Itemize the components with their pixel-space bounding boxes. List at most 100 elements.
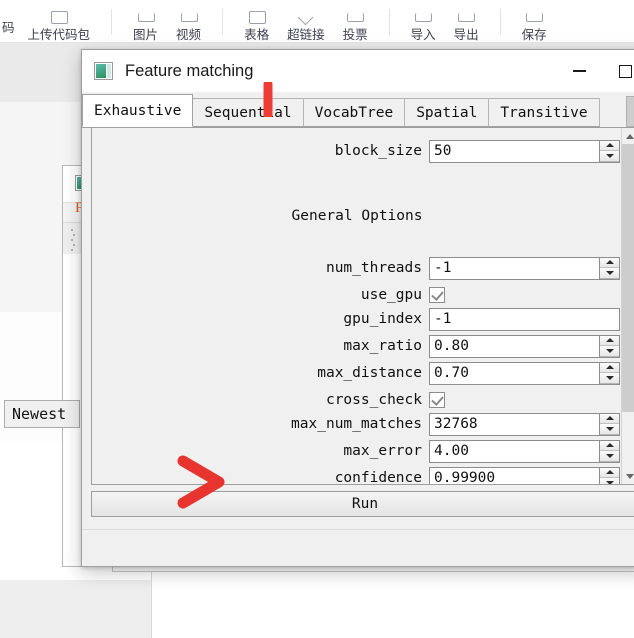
toolbar-item-table[interactable]: 表格 [235, 0, 278, 42]
spinner-up-button[interactable] [600, 362, 619, 373]
toolbar-item-video[interactable]: 视频 [167, 0, 210, 42]
tab-exhaustive[interactable]: Exhaustive [82, 94, 194, 127]
dialog-titlebar[interactable]: Feature matching [82, 50, 634, 92]
run-button[interactable]: Run [91, 491, 634, 517]
maximize-button[interactable] [602, 50, 634, 92]
field-label: confidence [334, 470, 422, 485]
spinner-down-button[interactable] [600, 151, 619, 162]
num-threads-spinner[interactable] [599, 257, 619, 279]
app-toolbar: 码 上传代码包 图片 视频 表格 超链接 投票 导入 导出 保存 [0, 0, 634, 43]
field-row-gpu-index: gpu_index -1 [92, 307, 622, 331]
toolbar-item-label: 超链接 [287, 28, 325, 42]
spinner-down-button[interactable] [600, 451, 619, 462]
toolbar-item-label: 图片 [133, 28, 159, 42]
dialog-footer [82, 529, 634, 566]
tab-spatial[interactable]: Spatial [404, 98, 490, 127]
block-size-input[interactable]: 50 [429, 139, 620, 163]
spinner-down-button[interactable] [600, 424, 619, 435]
panel-vertical-scrollbar[interactable] [621, 128, 634, 484]
spinner-up-button[interactable] [600, 467, 619, 478]
spinner-down-button[interactable] [600, 346, 619, 357]
toolbar-item-import[interactable]: 导入 [402, 0, 445, 42]
tab-vocabtree[interactable]: VocabTree [302, 98, 406, 127]
max-num-matches-input-wrap: 32768 [429, 412, 620, 436]
triangle-down-icon [605, 453, 614, 458]
toolbar-item-label: 投票 [342, 28, 368, 42]
max-num-matches-spinner[interactable] [599, 413, 619, 435]
max-distance-input-wrap: 0.70 [429, 361, 620, 385]
spinner-up-button[interactable] [600, 257, 619, 268]
field-row-max-distance: max_distance 0.70 [92, 361, 622, 385]
toolbar-item-upload-package[interactable]: 上传代码包 [19, 0, 100, 42]
spinner-up-button[interactable] [600, 440, 619, 451]
maximize-icon [618, 64, 632, 78]
tab-scroll-left-button[interactable] [626, 96, 634, 127]
max-error-spinner[interactable] [599, 440, 619, 462]
toolbar-item-image[interactable]: 图片 [124, 0, 167, 42]
video-icon [178, 11, 200, 26]
max-distance-input[interactable]: 0.70 [429, 361, 620, 385]
minimize-button[interactable] [556, 50, 602, 92]
block-size-spinner[interactable] [599, 140, 619, 162]
spinner-down-button[interactable] [600, 373, 619, 384]
scrollbar-thumb[interactable] [622, 144, 634, 412]
gpu-index-input[interactable]: -1 [429, 307, 620, 331]
triangle-up-icon [605, 470, 614, 475]
triangle-up-icon [605, 260, 614, 265]
field-row-max-error: max_error 4.00 [92, 439, 622, 463]
toolbar-partial-label: 码 [2, 21, 15, 35]
save-icon [523, 11, 545, 26]
num-threads-input[interactable]: -1 [429, 256, 620, 280]
field-row-num-threads: num_threads -1 [92, 256, 622, 280]
feature-matching-dialog[interactable]: Feature matching Exhaustive Sequential V… [81, 49, 634, 567]
import-icon [412, 11, 434, 26]
max-ratio-spinner[interactable] [599, 335, 619, 357]
link-icon [295, 9, 317, 26]
confidence-input-wrap: 0.99900 [429, 466, 620, 484]
triangle-up-icon [605, 416, 614, 421]
toolbar-item-poll[interactable]: 投票 [334, 0, 377, 42]
toolbar-item-label: 导出 [453, 28, 479, 42]
spinner-up-button[interactable] [600, 140, 619, 151]
field-row-max-num-matches: max_num_matches 32768 [92, 412, 622, 436]
max-num-matches-input[interactable]: 32768 [429, 412, 620, 436]
scroll-up-button[interactable] [622, 128, 634, 144]
toolbar-item-label: 表格 [244, 28, 270, 42]
field-label: cross_check [325, 392, 422, 408]
cross-check-checkbox[interactable] [429, 392, 445, 408]
minimize-icon [572, 70, 586, 72]
field-label: use_gpu [360, 287, 422, 303]
max-ratio-input[interactable]: 0.80 [429, 334, 620, 358]
spinner-down-button[interactable] [600, 478, 619, 484]
toolbar-group-3: 表格 超链接 投票 [235, 0, 377, 42]
confidence-input[interactable]: 0.99900 [429, 466, 620, 484]
tab-transitive[interactable]: Transitive [488, 98, 600, 127]
toolbar-item-hyperlink[interactable]: 超链接 [278, 0, 334, 42]
max-error-input[interactable]: 4.00 [429, 439, 620, 463]
spinner-up-button[interactable] [600, 413, 619, 424]
triangle-down-icon [605, 270, 614, 275]
use-gpu-checkbox[interactable] [429, 287, 445, 303]
field-label: max_distance [317, 365, 422, 381]
triangle-up-icon [605, 338, 614, 343]
confidence-spinner[interactable] [599, 467, 619, 484]
triangle-down-icon [605, 480, 614, 484]
triangle-up-icon [605, 143, 614, 148]
drag-grip-icon[interactable] [71, 229, 75, 256]
max-distance-spinner[interactable] [599, 362, 619, 384]
field-row-confidence: confidence 0.99900 [92, 466, 622, 485]
toolbar-item-export[interactable]: 导出 [445, 0, 488, 42]
tab-sequential[interactable]: Sequential [192, 98, 304, 127]
poll-icon [344, 11, 366, 26]
spinner-down-button[interactable] [600, 268, 619, 279]
toolbar-separator [388, 9, 390, 35]
scroll-down-button[interactable] [622, 468, 634, 484]
toolbar-item-save[interactable]: 保存 [513, 0, 556, 42]
options-panel: block_size 50 General Options num_thread… [91, 127, 634, 485]
toolbar-separator [111, 9, 113, 35]
triangle-down-icon [605, 375, 614, 380]
spinner-up-button[interactable] [600, 335, 619, 346]
triangle-up-icon [605, 365, 614, 370]
newest-button[interactable]: Newest [4, 400, 80, 428]
image-icon [135, 11, 157, 26]
